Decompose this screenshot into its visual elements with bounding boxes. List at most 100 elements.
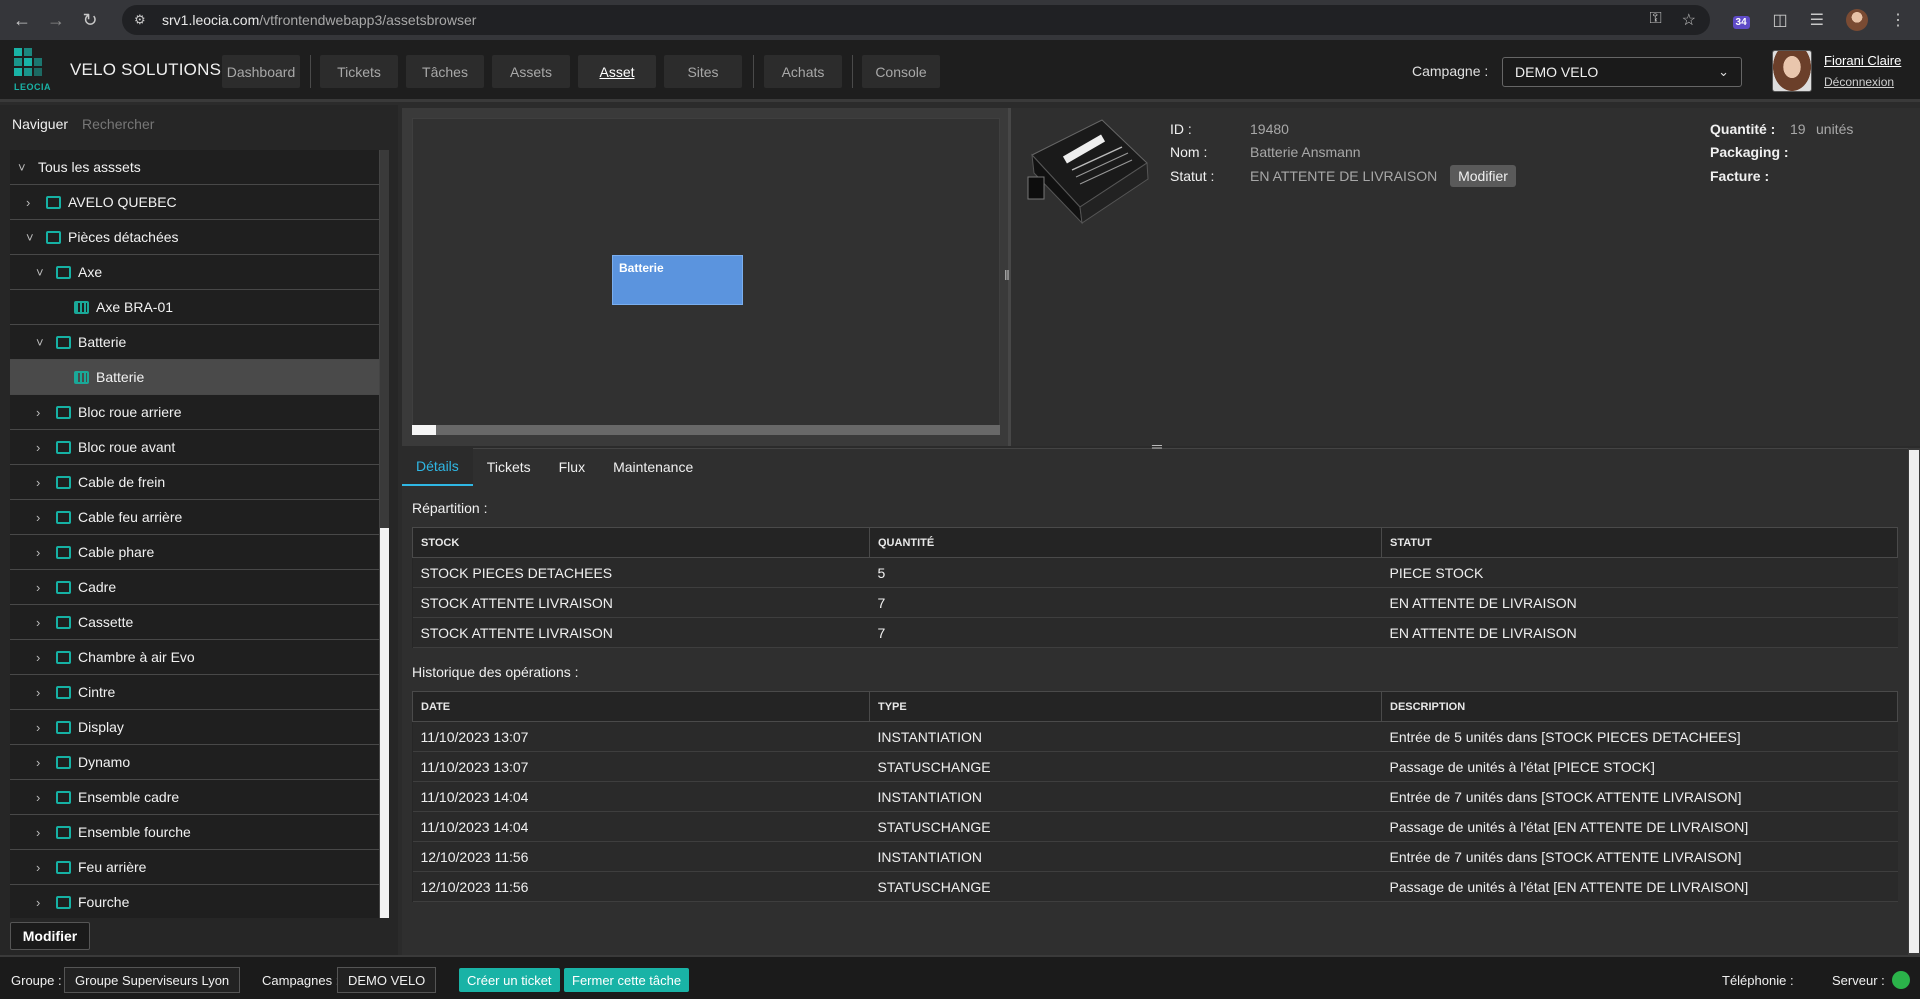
- table-row[interactable]: STOCK ATTENTE LIVRAISON 7 EN ATTENTE DE LI…: [412, 617, 1898, 648]
- nav-achats[interactable]: Achats: [764, 55, 842, 88]
- chevron-down-icon[interactable]: ˅: [26, 230, 34, 245]
- tree-item[interactable]: › Display: [10, 710, 379, 745]
- nav-assets[interactable]: Assets: [492, 55, 570, 88]
- chevron-right-icon[interactable]: ›: [36, 475, 40, 490]
- modify-status-button[interactable]: Modifier: [1450, 165, 1516, 187]
- media-control-icon[interactable]: ☰: [1810, 10, 1824, 30]
- packaging-label: Packaging :: [1710, 144, 1789, 160]
- logout-link[interactable]: Déconnexion: [1824, 75, 1894, 89]
- tree-item[interactable]: › Cadre: [10, 570, 379, 605]
- chevron-right-icon[interactable]: ›: [36, 650, 40, 665]
- tree-item[interactable]: ˅ Axe: [10, 255, 379, 290]
- reload-icon[interactable]: ↻: [78, 8, 102, 32]
- nav-tickets[interactable]: Tickets: [320, 55, 398, 88]
- tree-item[interactable]: › AVELO QUEBEC: [10, 185, 379, 220]
- canvas-scrollbar-thumb[interactable]: [412, 425, 436, 435]
- address-bar[interactable]: ⚙ srv1.leocia.com/vtfrontendwebapp3/asse…: [122, 5, 1710, 35]
- horizontal-splitter-icon[interactable]: ═: [1152, 438, 1162, 454]
- column-header[interactable]: STATUT: [1381, 527, 1898, 558]
- tree-item[interactable]: › Feu arrière: [10, 850, 379, 885]
- back-icon[interactable]: ←: [10, 8, 34, 32]
- table-cell: 7: [869, 617, 1382, 648]
- tree-item[interactable]: › Ensemble fourche: [10, 815, 379, 850]
- table-row[interactable]: 12/10/2023 11:56 INSTANTIATION Entrée de 7…: [412, 841, 1898, 872]
- column-header[interactable]: DESCRIPTION: [1381, 691, 1898, 722]
- site-settings-icon[interactable]: ⚙: [134, 12, 150, 28]
- nav-asset[interactable]: Asset: [578, 55, 656, 88]
- chevron-down-icon[interactable]: ˅: [36, 265, 44, 280]
- tree-item[interactable]: › Cable feu arrière: [10, 500, 379, 535]
- chevron-right-icon[interactable]: ›: [36, 860, 40, 875]
- create-ticket-button[interactable]: Créer un ticket: [459, 968, 560, 992]
- chevron-down-icon[interactable]: ˅: [18, 160, 26, 175]
- tree-item[interactable]: › Fourche: [10, 885, 379, 918]
- chevron-right-icon[interactable]: ›: [36, 615, 40, 630]
- tree-item[interactable]: Axe BRA-01: [10, 290, 379, 325]
- column-header[interactable]: DATE: [412, 691, 870, 722]
- nav-sites[interactable]: Sites: [664, 55, 742, 88]
- splitter-grip-icon[interactable]: ‖: [1004, 267, 1010, 283]
- nav-dashboard[interactable]: Dashboard: [222, 55, 300, 88]
- tree-scrollbar-thumb[interactable]: [380, 528, 389, 918]
- tab-details[interactable]: Détails: [402, 448, 473, 486]
- tree-item[interactable]: › Cassette: [10, 605, 379, 640]
- column-header[interactable]: TYPE: [869, 691, 1382, 722]
- tab-rechercher[interactable]: Rechercher: [82, 116, 154, 132]
- browser-menu-icon[interactable]: ⋮: [1890, 10, 1906, 30]
- chevron-right-icon[interactable]: ›: [36, 755, 40, 770]
- tree-item[interactable]: › Bloc roue avant: [10, 430, 379, 465]
- extensions-puzzle-icon[interactable]: ◫: [1773, 10, 1788, 30]
- tab-flux[interactable]: Flux: [545, 448, 599, 486]
- forward-icon[interactable]: →: [44, 8, 68, 32]
- tree-item[interactable]: › Chambre à air Evo: [10, 640, 379, 675]
- table-row[interactable]: 11/10/2023 14:04 STATUSCHANGE Passage de u…: [412, 811, 1898, 842]
- tree-item[interactable]: › Cintre: [10, 675, 379, 710]
- canvas-horizontal-scrollbar[interactable]: [412, 425, 1000, 435]
- chevron-right-icon[interactable]: ›: [36, 685, 40, 700]
- chevron-right-icon[interactable]: ›: [36, 405, 40, 420]
- table-row[interactable]: 11/10/2023 13:07 INSTANTIATION Entrée de 5…: [412, 721, 1898, 752]
- tab-tickets[interactable]: Tickets: [473, 448, 545, 486]
- chevron-right-icon[interactable]: ›: [36, 510, 40, 525]
- tab-naviguer[interactable]: Naviguer: [12, 116, 68, 132]
- chevron-right-icon[interactable]: ›: [36, 895, 40, 910]
- table-row[interactable]: STOCK PIECES DETACHEES 5 PIECE STOCK: [412, 557, 1898, 588]
- chevron-right-icon[interactable]: ›: [36, 440, 40, 455]
- profile-avatar[interactable]: [1846, 9, 1868, 31]
- chevron-right-icon[interactable]: ›: [36, 790, 40, 805]
- campaign-select[interactable]: DEMO VELO ⌄: [1502, 57, 1742, 87]
- tree-item[interactable]: › Dynamo: [10, 745, 379, 780]
- details-scrollbar-thumb[interactable]: [1909, 450, 1919, 953]
- nav-console[interactable]: Console: [862, 55, 940, 88]
- tree-item[interactable]: Batterie: [10, 360, 379, 395]
- extension-icon[interactable]: 34: [1729, 9, 1751, 31]
- chevron-right-icon[interactable]: ›: [36, 545, 40, 560]
- chevron-down-icon[interactable]: ˅: [36, 335, 44, 350]
- tree-item[interactable]: ˅ Batterie: [10, 325, 379, 360]
- chevron-right-icon[interactable]: ›: [36, 720, 40, 735]
- chevron-right-icon[interactable]: ›: [36, 580, 40, 595]
- asset-box-batterie[interactable]: Batterie: [612, 255, 743, 305]
- tab-maintenance[interactable]: Maintenance: [599, 448, 707, 486]
- nav-taches[interactable]: Tâches: [406, 55, 484, 88]
- tree-item[interactable]: › Cable de frein: [10, 465, 379, 500]
- bookmark-star-icon[interactable]: ☆: [1682, 10, 1696, 30]
- table-row[interactable]: 11/10/2023 13:07 STATUSCHANGE Passage de u…: [412, 751, 1898, 782]
- chevron-right-icon[interactable]: ›: [36, 825, 40, 840]
- password-key-icon[interactable]: ⚿: [1649, 10, 1661, 30]
- tree-item[interactable]: › Cable phare: [10, 535, 379, 570]
- campaigns-value: DEMO VELO: [337, 967, 437, 993]
- tree-item[interactable]: ˅ Pièces détachées: [10, 220, 379, 255]
- chevron-right-icon[interactable]: ›: [26, 195, 30, 210]
- table-row[interactable]: STOCK ATTENTE LIVRAISON 7 EN ATTENTE DE LI…: [412, 587, 1898, 618]
- tree-item[interactable]: › Bloc roue arriere: [10, 395, 379, 430]
- tree-item[interactable]: ˅ Tous les asssets: [10, 150, 379, 185]
- column-header[interactable]: STOCK: [412, 527, 870, 558]
- user-name-link[interactable]: Fiorani Claire: [1824, 53, 1901, 68]
- column-header[interactable]: QUANTITÉ: [869, 527, 1382, 558]
- tree-item[interactable]: › Ensemble cadre: [10, 780, 379, 815]
- table-row[interactable]: 11/10/2023 14:04 INSTANTIATION Entrée de 7…: [412, 781, 1898, 812]
- close-task-button[interactable]: Fermer cette tâche: [564, 968, 690, 992]
- modify-button[interactable]: Modifier: [10, 922, 90, 950]
- table-row[interactable]: 12/10/2023 11:56 STATUSCHANGE Passage de u…: [412, 871, 1898, 902]
